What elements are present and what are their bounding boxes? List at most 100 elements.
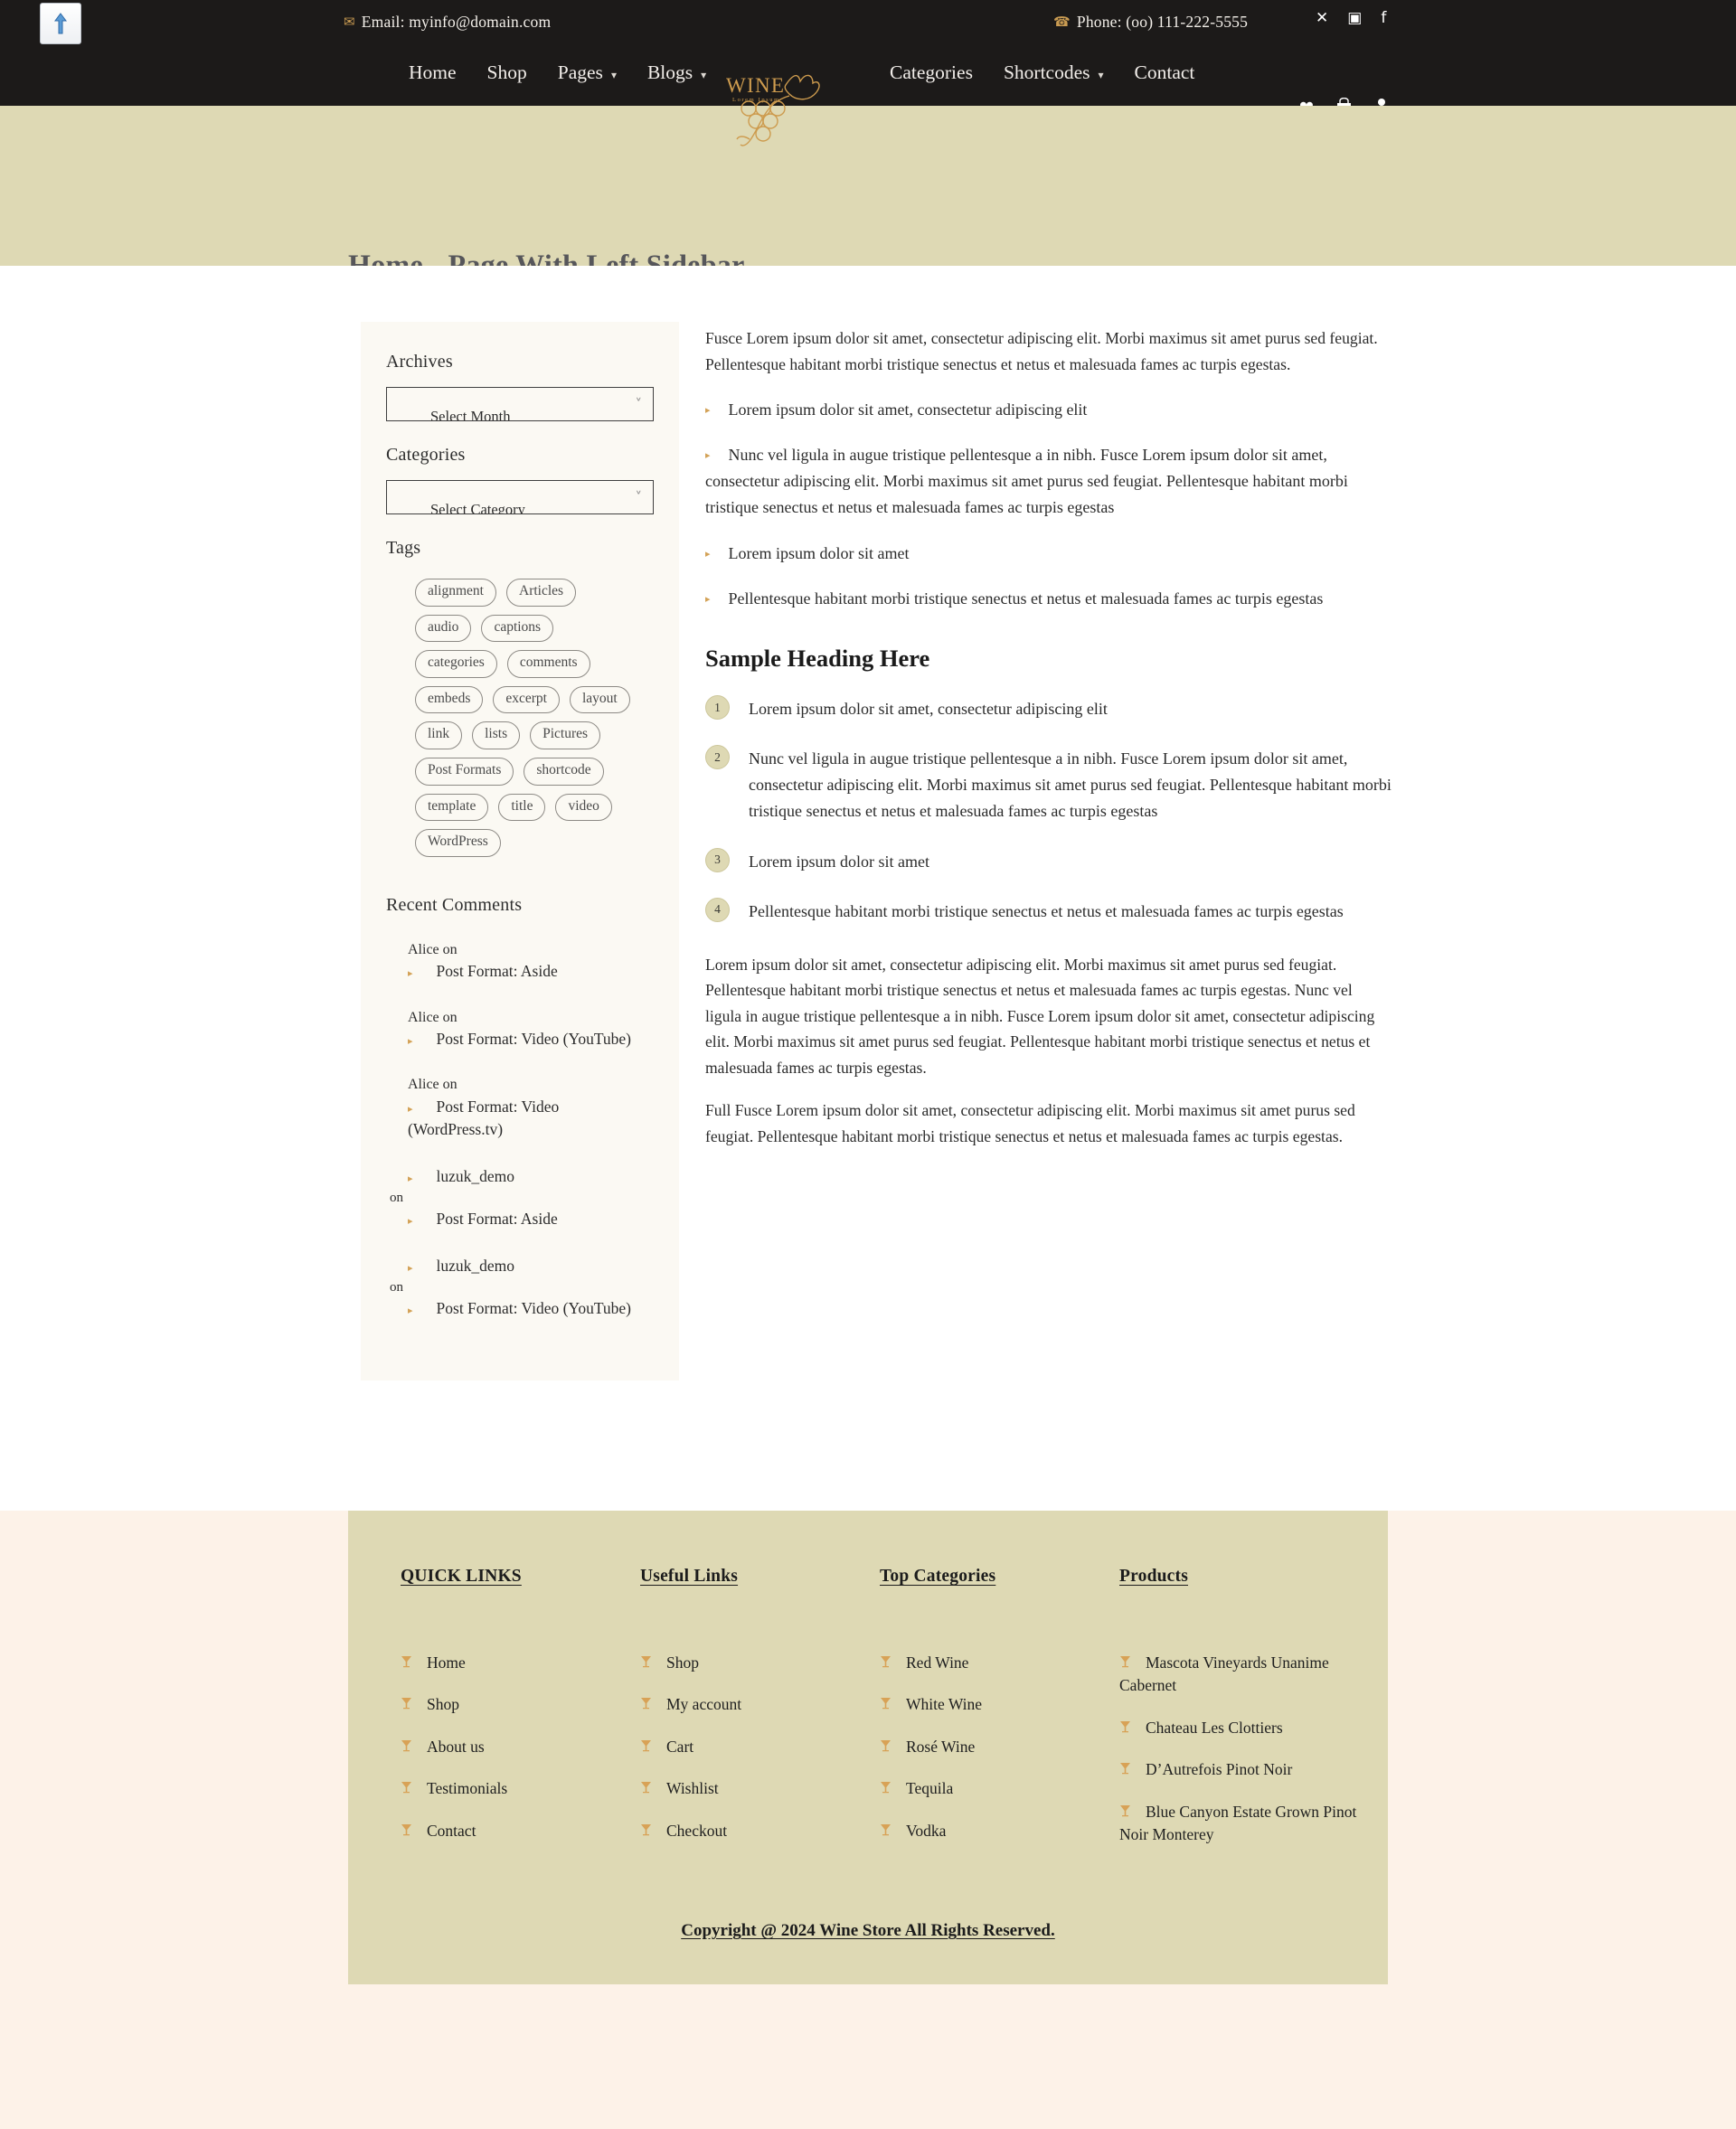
wine-glass-icon	[640, 1655, 652, 1674]
tag-link[interactable]: layout	[569, 685, 630, 714]
footer-link[interactable]: Chateau Les Clottiers	[1119, 1717, 1373, 1739]
tag-link[interactable]: title	[498, 793, 546, 822]
footer-link[interactable]: My account	[640, 1693, 880, 1716]
wine-glass-icon	[401, 1697, 412, 1716]
widget-categories: Categories Select Category ˅	[386, 445, 654, 514]
footer-link[interactable]: D’Autrefois Pinot Noir	[1119, 1758, 1373, 1781]
tag-link[interactable]: comments	[506, 650, 590, 678]
wine-glass-icon	[401, 1739, 412, 1758]
nav-item-contact[interactable]: Contact	[1135, 61, 1195, 84]
page-content: Archives Select Month ˅ Categories Selec…	[0, 266, 1736, 1438]
footer-link-label: Wishlist	[666, 1779, 719, 1798]
wine-glass-icon	[640, 1739, 652, 1758]
list-number-badge: 4	[705, 897, 730, 922]
archives-select[interactable]: Select Month ˅	[386, 387, 654, 421]
recent-comment-item: Alice on ▸ Post Format: Video (WordPress.t…	[386, 1074, 654, 1141]
nav-item-pages[interactable]: Pages ▾	[558, 61, 617, 84]
footer-link-label: Testimonials	[427, 1779, 508, 1798]
footer-link[interactable]: Shop	[401, 1693, 640, 1716]
wine-glass-icon	[1119, 1762, 1131, 1781]
nav-item-home[interactable]: Home	[409, 61, 457, 84]
footer-column-title: QUICK LINKS	[401, 1567, 522, 1586]
comment-on-label: on	[390, 1190, 403, 1205]
footer-link[interactable]: Testimonials	[401, 1777, 640, 1800]
copyright-text[interactable]: Copyright @ 2024 Wine Store All Rights R…	[348, 1921, 1388, 1941]
footer-link[interactable]: Vodka	[880, 1820, 1119, 1842]
comment-author-link[interactable]: luzuk_demo	[437, 1167, 515, 1185]
tag-link[interactable]: Post Formats	[415, 757, 514, 786]
footer-link-label: Checkout	[666, 1821, 728, 1840]
site-header: ✉ Email: myinfo@domain.com ☎ Phone: (oo) 1…	[0, 0, 1736, 146]
numbered-list-item: 4 Pellentesque habitant morbi tristique s…	[705, 897, 1392, 925]
footer-link[interactable]: Shop	[640, 1652, 880, 1674]
phone-icon: ☎	[1053, 15, 1071, 30]
site-logo[interactable]: WINE Lorem Ipsum	[719, 69, 826, 146]
comment-post-link[interactable]: Post Format: Video (YouTube)	[437, 1030, 631, 1048]
comment-post-link[interactable]: Post Format: Video (WordPress.tv)	[408, 1097, 559, 1139]
facebook-icon[interactable]: f	[1381, 11, 1386, 26]
tag-link[interactable]: captions	[481, 614, 554, 643]
footer-link[interactable]: Wishlist	[640, 1777, 880, 1800]
recent-comment-item: ▸ luzuk_demo on ▸ Post Format: Aside	[386, 1165, 654, 1231]
tag-link[interactable]: video	[555, 793, 612, 822]
comment-post-link[interactable]: Post Format: Video (YouTube)	[437, 1299, 631, 1317]
bullet-text: Pellentesque habitant morbi tristique se…	[728, 589, 1324, 608]
wine-glass-icon	[1119, 1804, 1131, 1823]
tag-link[interactable]: embeds	[415, 685, 484, 714]
footer-link[interactable]: About us	[401, 1736, 640, 1758]
tag-link[interactable]: WordPress	[415, 829, 501, 857]
footer-link[interactable]: Rosé Wine	[880, 1736, 1119, 1758]
bullet-text: Lorem ipsum dolor sit amet, consectetur …	[728, 400, 1088, 419]
footer-link[interactable]: Contact	[401, 1820, 640, 1842]
nav-item-shortcodes[interactable]: Shortcodes ▾	[1004, 61, 1104, 84]
nav-label: Shortcodes	[1003, 61, 1090, 83]
tag-link[interactable]: shortcode	[524, 757, 604, 786]
instagram-icon[interactable]: ▣	[1347, 11, 1362, 26]
tag-link[interactable]: alignment	[415, 579, 496, 607]
footer-link[interactable]: Blue Canyon Estate Grown Pinot Noir Mont…	[1119, 1801, 1373, 1847]
tag-link[interactable]: lists	[472, 721, 521, 749]
list-bullet-icon: ▸	[408, 1102, 413, 1115]
footer-column-title: Top Categories	[880, 1567, 996, 1586]
categories-select[interactable]: Select Category ˅	[386, 480, 654, 514]
nav-item-shop[interactable]: Shop	[487, 61, 527, 84]
recent-comment-item: Alice on ▸ Post Format: Video (YouTube)	[386, 1007, 654, 1051]
tag-link[interactable]: link	[415, 721, 463, 749]
comment-on-label: on	[390, 1279, 403, 1295]
contact-phone[interactable]: ☎ Phone: (oo) 111-222-5555	[1053, 13, 1248, 32]
main-column: Fusce Lorem ipsum dolor sit amet, consec…	[705, 325, 1392, 1166]
contact-email[interactable]: ✉ Email: myinfo@domain.com	[344, 13, 551, 32]
comment-post-link[interactable]: Post Format: Aside	[437, 1210, 558, 1228]
bullet-list-item: ▸ Nunc vel ligula in augue tristique pell…	[705, 442, 1392, 521]
footer-column: Useful Links Shop My account Cart Wishlist Ch…	[640, 1567, 880, 1865]
footer-link[interactable]: Mascota Vineyards Unanime Cabernet	[1119, 1652, 1373, 1698]
widget-title-archives: Archives	[386, 352, 453, 372]
tag-link[interactable]: Pictures	[530, 721, 601, 749]
footer-link[interactable]: Checkout	[640, 1820, 880, 1842]
footer-link[interactable]: Red Wine	[880, 1652, 1119, 1674]
list-bullet-icon: ▸	[408, 966, 413, 979]
site-footer: QUICK LINKS Home Shop About us Testimonials C…	[348, 1511, 1388, 1985]
footer-link[interactable]: Cart	[640, 1736, 880, 1758]
contact-phone-label: Phone: (oo) 111-222-5555	[1076, 13, 1249, 31]
comment-author-link[interactable]: luzuk_demo	[437, 1257, 515, 1275]
tag-link[interactable]: template	[415, 793, 489, 822]
footer-columns: QUICK LINKS Home Shop About us Testimonials C…	[348, 1567, 1388, 1865]
list-bullet-icon: ▸	[705, 592, 711, 605]
tag-link[interactable]: Articles	[506, 579, 577, 607]
twitter-x-icon[interactable]: ✕	[1316, 11, 1328, 26]
tag-link[interactable]: categories	[415, 650, 497, 678]
tag-link[interactable]: audio	[415, 614, 472, 643]
footer-link-list: Red Wine White Wine Rosé Wine Tequila Vodka	[880, 1652, 1119, 1842]
footer-link-label: Home	[427, 1653, 466, 1672]
nav-item-blogs[interactable]: Blogs ▾	[647, 61, 706, 84]
scroll-to-top-button[interactable]	[40, 3, 81, 44]
footer-link[interactable]: Home	[401, 1652, 640, 1674]
bullet-text: Lorem ipsum dolor sit amet	[728, 543, 910, 562]
left-sidebar: Archives Select Month ˅ Categories Selec…	[361, 322, 679, 1380]
footer-link[interactable]: White Wine	[880, 1693, 1119, 1716]
tag-link[interactable]: excerpt	[493, 685, 560, 714]
footer-link[interactable]: Tequila	[880, 1777, 1119, 1800]
nav-item-categories[interactable]: Categories	[890, 61, 973, 84]
comment-post-link[interactable]: Post Format: Aside	[437, 962, 558, 980]
